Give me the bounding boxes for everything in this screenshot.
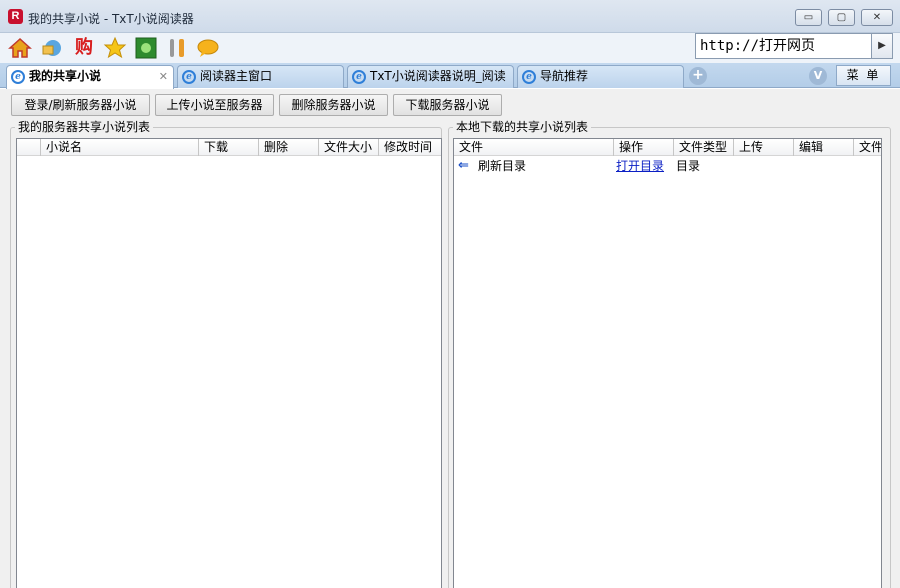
list-item[interactable]: ⇐ 刷新目录 打开目录 目录 <box>454 157 881 175</box>
shop-icon[interactable]: 购 <box>72 36 96 60</box>
delete-novel-button[interactable]: 删除服务器小说 <box>279 94 388 116</box>
new-tab-button[interactable]: + <box>689 67 707 85</box>
column-header[interactable]: 下载 <box>199 139 259 156</box>
back-arrow-icon: ⇐ <box>458 158 469 173</box>
column-header[interactable]: 文件类型 <box>674 139 734 156</box>
menu-button[interactable]: 菜 单 <box>836 65 891 86</box>
game-icon[interactable] <box>134 36 158 60</box>
maximize-button[interactable]: ▢ <box>828 9 855 26</box>
file-type-value: 目录 <box>676 159 701 173</box>
tab-label: TxT小说阅读器说明_阅读 <box>370 69 506 83</box>
v-button[interactable]: V <box>809 67 827 85</box>
settings-icon[interactable] <box>40 36 64 60</box>
column-header[interactable]: 操作 <box>614 139 674 156</box>
column-header[interactable]: 删除 <box>259 139 319 156</box>
column-header[interactable]: 文件 <box>854 139 881 156</box>
app-logo-icon: R <box>8 9 23 24</box>
browser-page-icon: e <box>11 70 25 84</box>
window-title: 我的共享小说 - TxT小说阅读器 <box>28 12 194 26</box>
refresh-directory-label: 刷新目录 <box>478 159 527 173</box>
tab-label: 导航推荐 <box>540 69 589 83</box>
favorites-star-icon[interactable] <box>103 36 127 60</box>
column-header[interactable]: 编辑 <box>794 139 854 156</box>
chat-icon[interactable] <box>196 36 220 60</box>
go-button[interactable]: ▶ <box>871 33 893 59</box>
minimize-button[interactable]: ▭ <box>795 9 822 26</box>
server-novels-group-label: 我的服务器共享小说列表 <box>15 119 154 135</box>
home-icon[interactable] <box>8 36 32 60</box>
column-header[interactable]: 修改时间 <box>379 139 441 156</box>
close-button[interactable]: ✕ <box>861 9 893 26</box>
download-novel-button[interactable]: 下载服务器小说 <box>393 94 502 116</box>
tab-reader-main-window[interactable]: e 阅读器主窗口 <box>177 65 344 88</box>
local-novels-list[interactable]: 文件 操作 文件类型 上传 编辑 文件 ⇐ 刷新目录 打开目录 目录 <box>453 138 882 588</box>
column-header[interactable] <box>17 139 41 156</box>
upload-novel-button[interactable]: 上传小说至服务器 <box>155 94 274 116</box>
tools-icon[interactable] <box>165 36 189 60</box>
tab-label: 我的共享小说 <box>29 69 102 83</box>
local-novels-group-label: 本地下载的共享小说列表 <box>453 119 592 135</box>
browser-page-icon: e <box>182 70 196 84</box>
browser-page-icon: e <box>352 70 366 84</box>
column-header[interactable]: 小说名 <box>41 139 199 156</box>
tab-close-icon[interactable]: ✕ <box>159 66 168 87</box>
tab-my-shared-novels[interactable]: e 我的共享小说 ✕ <box>6 65 174 89</box>
url-input[interactable]: http://打开网页 <box>695 33 872 59</box>
tab-reader-instructions[interactable]: e TxT小说阅读器说明_阅读 <box>347 65 514 88</box>
server-novels-list[interactable]: 小说名 下载 删除 文件大小 修改时间 <box>16 138 442 588</box>
title-bar: R 我的共享小说 - TxT小说阅读器 ▭ ▢ ✕ <box>0 0 900 33</box>
tab-navigation-recommend[interactable]: e 导航推荐 <box>517 65 684 88</box>
column-header[interactable]: 上传 <box>734 139 794 156</box>
content-area: 登录/刷新服务器小说 上传小说至服务器 删除服务器小说 下载服务器小说 我的服务… <box>0 89 900 588</box>
open-directory-link[interactable]: 打开目录 <box>616 157 664 175</box>
list-header: 小说名 下载 删除 文件大小 修改时间 <box>17 139 441 156</box>
column-header[interactable]: 文件 <box>454 139 614 156</box>
toolbar: 购 http://打开网页 ▶ <box>0 33 900 63</box>
column-header[interactable]: 文件大小 <box>319 139 379 156</box>
browser-page-icon: e <box>522 70 536 84</box>
list-header: 文件 操作 文件类型 上传 编辑 文件 <box>454 139 881 156</box>
login-refresh-button[interactable]: 登录/刷新服务器小说 <box>11 94 150 116</box>
tab-label: 阅读器主窗口 <box>200 69 273 83</box>
